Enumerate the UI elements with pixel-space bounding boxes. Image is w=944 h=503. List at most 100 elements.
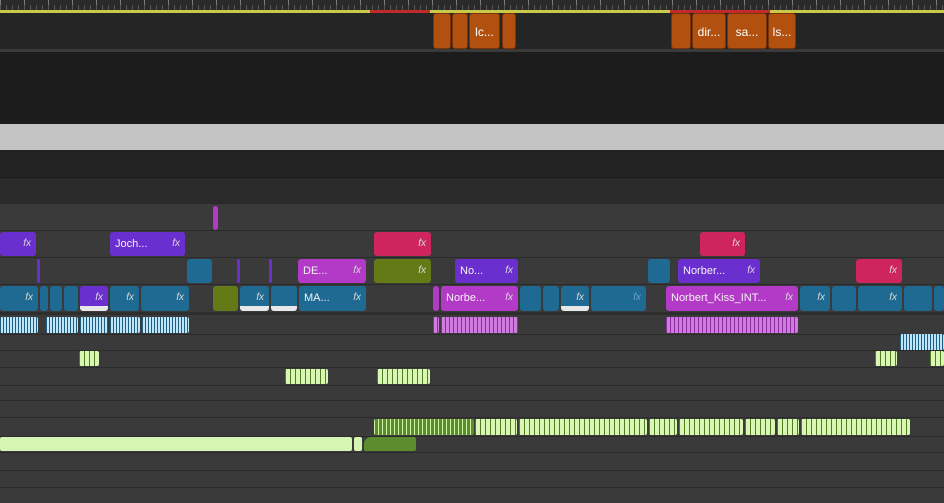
audio-clip[interactable] (110, 317, 140, 333)
video-clip[interactable] (832, 286, 856, 311)
audio-clip[interactable] (519, 419, 647, 435)
video-clip[interactable]: fx (110, 286, 139, 311)
audio-clip[interactable] (666, 317, 798, 333)
track-separator (0, 350, 944, 351)
video-clip-sliver[interactable] (269, 259, 272, 283)
track-separator (0, 400, 944, 401)
video-clip-sliver[interactable] (37, 259, 40, 283)
video-clip[interactable] (64, 286, 78, 311)
fx-icon: fx (25, 292, 33, 303)
audio-clip[interactable] (649, 419, 677, 435)
video-clip[interactable] (934, 286, 944, 311)
fx-icon: fx (889, 265, 897, 276)
audio-clip[interactable] (433, 317, 439, 333)
video-clip[interactable]: fx (0, 232, 36, 256)
empty-track (0, 178, 944, 204)
caption-clip[interactable]: lc... (469, 13, 500, 49)
video-clip[interactable]: fx (700, 232, 745, 256)
video-clip[interactable]: Norbert_Kiss_INT... fx (666, 286, 798, 311)
video-clip[interactable]: fx (0, 286, 38, 311)
caption-clip[interactable] (452, 13, 468, 49)
fx-icon: fx (633, 292, 641, 303)
clip-label: Norber... (683, 265, 726, 277)
video-clip-sliver[interactable] (433, 286, 439, 311)
track-separator (0, 417, 944, 418)
audio-clip[interactable] (679, 419, 743, 435)
clip-label: MA... (304, 292, 330, 304)
clip-underbar (561, 306, 589, 311)
track-separator (0, 257, 944, 258)
track-separator (0, 230, 944, 231)
video-clip[interactable] (40, 286, 48, 311)
video-clip[interactable] (648, 259, 670, 283)
video-clip[interactable] (213, 286, 238, 311)
audio-clip[interactable] (374, 419, 474, 435)
video-clip[interactable] (50, 286, 62, 311)
video-clip[interactable] (187, 259, 212, 283)
clip-underbar (80, 306, 108, 311)
audio-clip[interactable] (930, 351, 944, 366)
caption-clip[interactable]: sa... (727, 13, 767, 49)
audio-clip-music[interactable] (0, 437, 352, 451)
clip-label: No... (460, 265, 484, 277)
caption-clip[interactable]: ls... (768, 13, 796, 49)
audio-clip[interactable] (79, 351, 99, 366)
audio-clip[interactable] (777, 419, 799, 435)
audio-clip[interactable] (80, 317, 108, 333)
audio-clip[interactable] (875, 351, 897, 366)
video-clip[interactable]: fx (856, 259, 902, 283)
caption-clip[interactable] (433, 13, 451, 49)
caption-clip[interactable] (671, 13, 691, 49)
audio-clip[interactable] (801, 419, 910, 435)
video-clip[interactable]: Norber... fx (678, 259, 760, 283)
video-clip[interactable] (271, 286, 297, 311)
video-clip[interactable]: fx (561, 286, 589, 311)
audio-clip[interactable] (745, 419, 775, 435)
video-clip[interactable]: fx (591, 286, 646, 311)
fx-icon: fx (353, 292, 361, 303)
video-clip[interactable]: fx (858, 286, 902, 311)
video-clip[interactable] (520, 286, 541, 311)
track-separator (0, 452, 944, 453)
video-clip[interactable]: fx (141, 286, 189, 311)
empty-track (0, 52, 944, 124)
caption-clip[interactable] (502, 13, 516, 49)
audio-clip[interactable] (900, 334, 944, 350)
track-separator (0, 367, 944, 368)
audio-clip[interactable] (441, 317, 518, 333)
fx-icon: fx (505, 292, 513, 303)
video-clip[interactable]: fx (240, 286, 269, 311)
video-clip[interactable]: fx (374, 232, 431, 256)
video-clip[interactable]: fx (800, 286, 830, 311)
video-clip-sliver[interactable] (213, 206, 218, 230)
fx-icon: fx (23, 238, 31, 249)
video-clip[interactable]: MA... fx (299, 286, 366, 311)
video-clip[interactable]: No... fx (455, 259, 518, 283)
video-clip[interactable]: fx (374, 259, 431, 283)
audio-clip[interactable] (475, 419, 517, 435)
fx-icon: fx (126, 292, 134, 303)
video-clip[interactable]: Joch... fx (110, 232, 185, 256)
audio-clip[interactable] (285, 369, 328, 384)
video-clip-sliver[interactable] (237, 259, 240, 283)
track-separator (0, 470, 944, 471)
video-clip[interactable]: DE... fx (298, 259, 366, 283)
audio-clip-music[interactable] (364, 437, 416, 451)
audio-clip[interactable] (0, 317, 38, 333)
caption-clip[interactable]: dir... (692, 13, 726, 49)
audio-clip[interactable] (377, 369, 430, 384)
clip-label: DE... (303, 265, 328, 277)
fx-icon: fx (889, 292, 897, 303)
track-separator (0, 334, 944, 335)
fx-icon: fx (418, 238, 426, 249)
track-divider-bar[interactable] (0, 124, 944, 150)
audio-clip-music[interactable] (354, 437, 362, 451)
video-clip[interactable]: fx (80, 286, 108, 311)
video-clip[interactable]: Norbe... fx (441, 286, 518, 311)
audio-clip[interactable] (142, 317, 189, 333)
clip-underbar (271, 306, 297, 311)
video-clip[interactable] (904, 286, 932, 311)
audio-clip[interactable] (46, 317, 78, 333)
clip-label: Joch... (115, 238, 148, 250)
video-clip[interactable] (543, 286, 559, 311)
